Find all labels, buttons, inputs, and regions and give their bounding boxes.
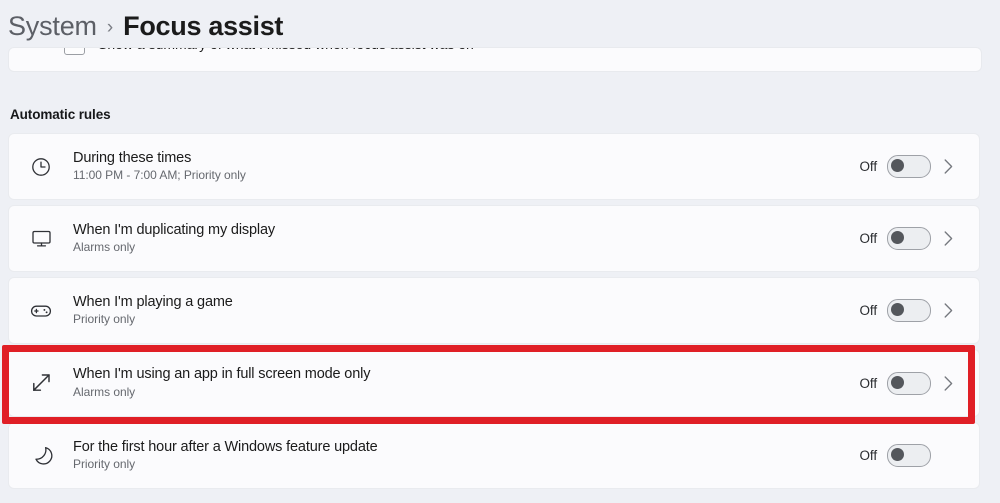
chevron-right-icon[interactable] — [931, 302, 965, 319]
chevron-right-icon[interactable] — [931, 158, 965, 175]
page-title: Focus assist — [123, 10, 284, 41]
toggle-knob — [891, 231, 904, 244]
rule-title: When I'm using an app in full screen mod… — [73, 366, 371, 383]
rule-toggle-switch[interactable] — [887, 227, 931, 250]
breadcrumb-separator-icon: › — [106, 16, 114, 38]
rule-text: When I'm playing a game Priority only — [73, 294, 837, 327]
rule-subtitle: 11:00 PM - 7:00 AM; Priority only — [73, 168, 246, 183]
rule-title: When I'm duplicating my display — [73, 221, 276, 238]
rule-row-during-these-times[interactable]: During these times 11:00 PM - 7:00 AM; P… — [8, 133, 980, 200]
rule-controls: Off — [837, 155, 979, 178]
toggle-knob — [891, 159, 904, 172]
rule-controls: Off — [837, 227, 979, 250]
summary-checkbox[interactable] — [64, 48, 85, 55]
rule-row-duplicating-display[interactable]: When I'm duplicating my display Alarms o… — [8, 205, 980, 272]
rule-title: For the first hour after a Windows featu… — [73, 438, 378, 455]
rule-toggle-switch[interactable] — [887, 155, 931, 178]
rule-text: For the first hour after a Windows featu… — [73, 439, 837, 472]
rule-subtitle: Alarms only — [73, 240, 136, 255]
clock-icon — [9, 156, 73, 178]
rule-row-full-screen-mode[interactable]: When I'm using an app in full screen mod… — [8, 349, 980, 417]
toggle-state-label: Off — [859, 375, 878, 391]
breadcrumb-link-system[interactable]: System — [8, 11, 97, 42]
moon-icon — [9, 444, 73, 467]
rule-controls: Off — [837, 299, 979, 322]
rule-subtitle: Priority only — [73, 312, 136, 327]
summary-checkbox-label: Show a summary of what I missed when foc… — [98, 48, 474, 52]
toggle-knob — [891, 303, 904, 316]
chevron-right-icon[interactable] — [931, 375, 965, 392]
toggle-state-label: Off — [859, 159, 878, 174]
section-heading-automatic-rules: Automatic rules — [10, 107, 111, 122]
rule-row-playing-a-game[interactable]: When I'm playing a game Priority only Of… — [8, 277, 980, 344]
toggle-state-label: Off — [859, 231, 878, 246]
focus-assist-settings-page: System › Focus assist Show a summary of … — [0, 0, 1000, 503]
rule-controls: Off — [837, 371, 979, 395]
rule-title: When I'm playing a game — [73, 293, 233, 310]
rule-text: When I'm using an app in full screen mod… — [73, 366, 837, 399]
fullscreen-arrows-icon — [9, 371, 73, 395]
monitor-icon — [9, 227, 73, 250]
rule-subtitle: Priority only — [73, 457, 136, 472]
clipped-summary-card: Show a summary of what I missed when foc… — [8, 47, 982, 72]
gamepad-icon — [9, 299, 73, 323]
rule-title: During these times — [73, 149, 192, 166]
rule-controls: Off — [837, 444, 979, 467]
rule-toggle-switch[interactable] — [887, 371, 931, 395]
rule-subtitle: Alarms only — [73, 384, 136, 399]
toggle-state-label: Off — [859, 448, 878, 463]
rule-row-after-feature-update[interactable]: For the first hour after a Windows featu… — [8, 422, 980, 489]
toggle-knob — [891, 448, 904, 461]
toggle-knob — [891, 375, 904, 389]
automatic-rules-list: During these times 11:00 PM - 7:00 AM; P… — [8, 133, 980, 489]
rule-text: When I'm duplicating my display Alarms o… — [73, 222, 837, 255]
rule-toggle-switch[interactable] — [887, 444, 931, 467]
breadcrumb: System › Focus assist — [8, 4, 283, 48]
rule-toggle-switch[interactable] — [887, 299, 931, 322]
toggle-state-label: Off — [859, 303, 878, 318]
chevron-right-icon[interactable] — [931, 230, 965, 247]
rule-text: During these times 11:00 PM - 7:00 AM; P… — [73, 150, 837, 183]
